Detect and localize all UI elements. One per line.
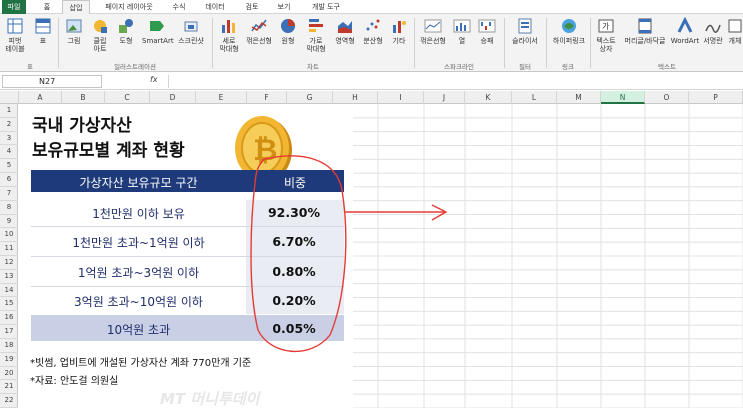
circle-annotation xyxy=(250,155,347,353)
red-annotation-overlay xyxy=(250,155,448,353)
